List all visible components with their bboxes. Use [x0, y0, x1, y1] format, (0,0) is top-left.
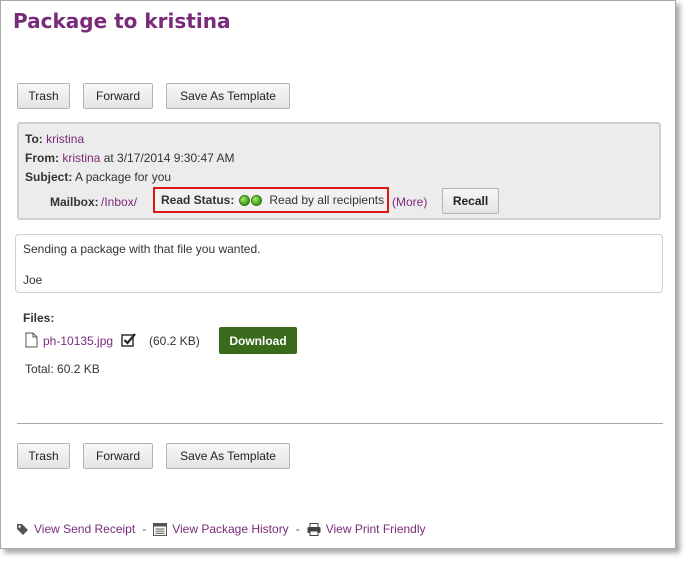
printer-icon [307, 522, 321, 536]
read-status-value: Read by all recipients [269, 193, 385, 207]
mailbox-label: Mailbox: [50, 195, 99, 209]
sent-datetime: at 3/17/2014 9:30:47 AM [103, 151, 235, 165]
tag-icon [16, 523, 29, 536]
list-icon [153, 522, 168, 536]
view-package-history-link[interactable]: View Package History [172, 522, 289, 536]
trash-button[interactable]: Trash [17, 83, 70, 109]
message-body: Sending a package with that file you wan… [15, 234, 663, 293]
footer-separator: - [295, 522, 300, 536]
divider [17, 423, 663, 424]
footer-separator: - [142, 522, 147, 536]
message-line: Sending a package with that file you wan… [23, 242, 261, 256]
to-label: To: [25, 132, 43, 146]
to-line: To: kristina [25, 132, 84, 146]
file-icon [25, 332, 38, 351]
view-send-receipt-link[interactable]: View Send Receipt [34, 522, 135, 536]
forward-button-bottom[interactable]: Forward [83, 443, 153, 469]
subject-line: Subject: A package for you [25, 170, 171, 184]
more-link[interactable]: (More) [392, 195, 427, 209]
subject-label: Subject: [25, 170, 73, 184]
package-window: Package to kristina Trash Forward Save A… [0, 0, 676, 549]
green-dots-icon [239, 194, 263, 206]
file-size: (60.2 KB) [149, 334, 200, 348]
footer-links: View Send Receipt - View Package History… [16, 522, 426, 536]
recall-button[interactable]: Recall [442, 188, 499, 214]
read-status-label: Read Status: [161, 193, 235, 207]
to-recipient-link[interactable]: kristina [46, 132, 84, 146]
from-line: From: kristina at 3/17/2014 9:30:47 AM [25, 151, 234, 165]
total-size: Total: 60.2 KB [25, 362, 100, 376]
from-label: From: [25, 151, 59, 165]
subject-value: A package for you [75, 170, 172, 184]
top-toolbar: Trash Forward Save As Template [17, 83, 290, 109]
view-print-friendly-link[interactable]: View Print Friendly [326, 522, 426, 536]
bottom-toolbar: Trash Forward Save As Template [17, 443, 290, 469]
save-as-template-button-bottom[interactable]: Save As Template [166, 443, 290, 469]
save-as-template-button[interactable]: Save As Template [166, 83, 290, 109]
files-label: Files: [23, 311, 55, 325]
forward-button[interactable]: Forward [83, 83, 153, 109]
file-link[interactable]: ph-10135.jpg [43, 334, 113, 348]
message-signature: Joe [23, 273, 43, 287]
download-button[interactable]: Download [219, 327, 297, 354]
message-header: To: kristina From: kristina at 3/17/2014… [17, 122, 661, 220]
trash-button-bottom[interactable]: Trash [17, 443, 70, 469]
page-title: Package to kristina [13, 9, 231, 33]
mailbox-link[interactable]: /Inbox/ [101, 195, 137, 209]
from-sender-link[interactable]: kristina [62, 151, 100, 165]
read-status-highlight: Read Status: Read by all recipients [153, 187, 389, 213]
checkbox-check-icon [121, 332, 137, 350]
